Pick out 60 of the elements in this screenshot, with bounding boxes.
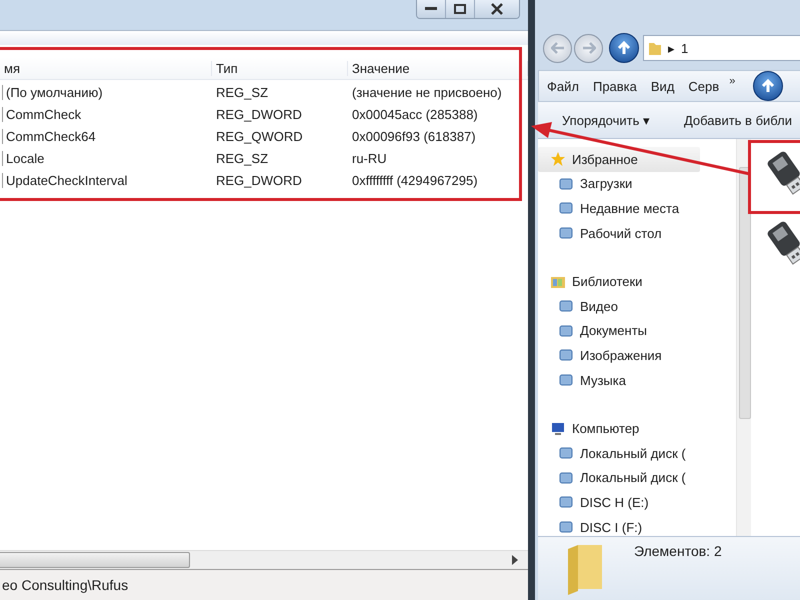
table-cell-text: REG_DWORD [215, 172, 303, 188]
minimize-button[interactable] [417, 0, 446, 18]
nav-item[interactable]: Документы [538, 318, 736, 344]
table-cell-text: REG_DWORD [215, 106, 303, 122]
computer-icon [550, 420, 566, 437]
scrollbar-thumb[interactable] [739, 167, 751, 419]
nav-item[interactable]: Компьютер [538, 416, 736, 441]
star-icon [550, 151, 566, 168]
menu-item[interactable]: Вид [650, 78, 674, 94]
breadcrumb-separator[interactable]: ▸ [668, 40, 675, 56]
nav-item[interactable]: DISC I (F:) [538, 514, 736, 540]
nav-item[interactable]: Избранное [538, 147, 700, 172]
value-name[interactable]: CommCheck64 [2, 128, 212, 144]
nav-item[interactable]: Библиотеки [538, 269, 736, 294]
column-header[interactable]: Тип [212, 60, 348, 76]
column-header[interactable]: мя [0, 60, 212, 76]
nav-item[interactable]: Изображения [538, 343, 736, 368]
maximize-button[interactable] [446, 0, 475, 18]
table-cell-text: ru-RU [351, 150, 388, 166]
breadcrumb[interactable]: 1 [681, 40, 688, 56]
nav-item[interactable]: Локальный диск ( [538, 466, 736, 490]
menu-item[interactable]: Правка [592, 78, 637, 94]
menu-overflow[interactable]: » [729, 75, 736, 87]
table-cell-text: 0x00045acc (285388) [351, 106, 479, 122]
scroll-right-icon[interactable] [512, 555, 518, 565]
address-bar[interactable]: ▸ 1 [643, 35, 800, 61]
up-button[interactable] [753, 71, 784, 101]
table-cell-text: REG_SZ [215, 84, 270, 100]
up-arrow-icon [761, 79, 776, 93]
back-arrow-icon [550, 42, 564, 54]
nav-item[interactable]: Недавние места [538, 196, 736, 221]
nav-item[interactable]: Видео [538, 294, 736, 319]
close-icon [491, 3, 503, 15]
up-button[interactable] [609, 33, 639, 63]
value-name[interactable]: UpdateCheckInterval [2, 172, 212, 188]
table-cell-text: REG_QWORD [215, 128, 304, 144]
scrollbar-thumb[interactable] [0, 552, 190, 568]
nav-item[interactable]: Рабочий стол [538, 220, 736, 246]
table-cell-text: 0x00096f93 (618387) [351, 128, 477, 144]
up-arrow-icon [617, 41, 631, 55]
value-name[interactable]: CommCheck [2, 106, 212, 122]
nav-item[interactable]: DISC H (E:) [538, 490, 736, 515]
menu-item[interactable]: Серв [688, 78, 720, 94]
organize-button[interactable]: Упорядочить ▾ [562, 112, 650, 128]
forward-arrow-icon [582, 42, 596, 54]
value-name[interactable]: (По умолчанию) [2, 84, 212, 100]
nav-item[interactable]: Загрузки [538, 172, 736, 196]
menu-item[interactable]: Файл [547, 78, 579, 94]
maximize-icon [454, 4, 466, 14]
table-cell-text: (значение не присвоено) [351, 84, 503, 100]
value-name[interactable]: Locale [2, 150, 212, 166]
table-cell-text: 0xffffffff (4294967295) [351, 172, 479, 188]
nav-item[interactable]: Музыка [538, 368, 736, 392]
close-button[interactable] [475, 0, 519, 18]
status-text: eo Consulting\Rufus [2, 577, 128, 593]
table-cell-text: REG_SZ [215, 150, 270, 166]
minimize-icon [425, 7, 437, 11]
item-count: Элементов: 2 [634, 543, 722, 559]
nav-item[interactable]: Локальный диск ( [538, 440, 736, 466]
add-to-library-button[interactable]: Добавить в библи [684, 112, 792, 128]
